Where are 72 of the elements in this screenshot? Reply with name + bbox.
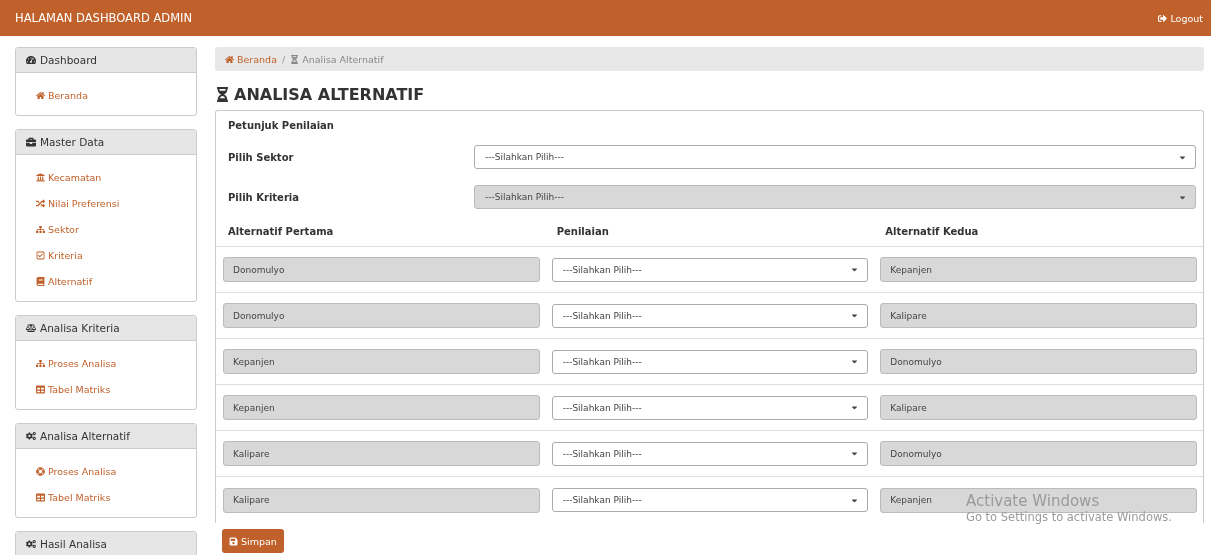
gears-icon [26,431,36,441]
select-field[interactable]: ---Silahkan Pilih--- [551,349,869,374]
field-label: Pilih Kriteria [228,191,300,203]
select-field[interactable]: ---Silahkan Pilih--- [551,303,869,328]
book-icon [36,276,45,286]
breadcrumb-separator: / [281,53,286,65]
caret-icon [850,265,860,274]
sidebar-link[interactable]: Kecamatan [36,164,176,190]
caret-icon [850,449,860,458]
lifebuoy-icon [36,466,45,476]
gears-icon [26,539,36,549]
dashboard-icon [26,55,36,65]
select-field[interactable]: ---Silahkan Pilih--- [474,145,1196,169]
panel-title: Dashboard [40,54,97,66]
sidebar-link[interactable]: Proses Analisa [36,350,176,376]
home-icon [36,90,45,100]
panel-title: Analisa Kriteria [40,322,120,334]
save-icon [229,536,238,546]
sidebar-link[interactable]: Tabel Matriks [36,376,176,402]
input-field[interactable]: Kalipare [880,303,1197,328]
field-label: Pilih Sektor [228,151,295,163]
home-icon [225,54,234,64]
app-title: HALAMAN DASHBOARD ADMIN [15,11,193,25]
column-header: Alternatif Pertama [227,226,335,237]
page-title: ANALISA ALTERNATIF [234,85,425,104]
sidebar-link[interactable]: Kriteria [36,242,176,268]
sitemap-icon [36,224,45,234]
input-field[interactable]: Donomulyo [880,349,1197,374]
panel-title: Analisa Alternatif [40,430,130,442]
briefcase-icon [26,137,36,147]
sidebar-link[interactable]: Nilai Preferensi [36,190,176,216]
panel-title: Hasil Analisa [40,538,107,550]
select-field[interactable]: ---Silahkan Pilih--- [551,395,869,420]
input-field[interactable]: Kalipare [880,395,1197,420]
logout-link[interactable]: Logout [1158,12,1203,24]
breadcrumb-current: Analisa Alternatif [290,53,384,65]
select-field[interactable]: ---Silahkan Pilih--- [551,488,869,512]
input-field[interactable]: Kepanjen [223,349,540,374]
shuffle-icon [36,198,45,208]
sidebar-link[interactable]: Sektor [36,216,176,242]
activation-notice-text: Go to Settings to activate Windows. [966,510,1172,524]
panel-title: Master Data [40,136,105,148]
logout-icon [1158,13,1168,23]
input-field[interactable]: Kalipare [223,487,540,513]
breadcrumb-link[interactable]: Beranda [225,53,277,65]
sidebar-link[interactable]: Alternatif [36,268,176,294]
column-header: Penilaian [555,226,610,237]
input-field[interactable]: Donomulyo [880,441,1197,466]
bank-icon [36,172,45,182]
sidebar-link[interactable]: Tabel Matriks [36,484,176,510]
sidebar-link[interactable]: Proses Analisa [36,458,176,484]
sidebar-link[interactable]: Beranda [36,82,176,108]
table-icon [36,384,45,394]
caret-icon [850,403,860,412]
input-field[interactable]: Donomulyo [223,303,540,328]
hourglass-icon [290,54,300,64]
select-field[interactable]: ---Silahkan Pilih--- [551,441,869,466]
scale-icon [26,323,36,333]
sitemap-icon [36,358,45,368]
table-icon [36,492,45,502]
caret-icon [850,357,860,366]
caret-icon [850,311,860,320]
activation-notice-title: Activate Windows [966,492,1101,510]
select-field[interactable]: ---Silahkan Pilih--- [551,257,869,282]
save-button[interactable]: Simpan [222,529,284,553]
column-header: Alternatif Kedua [884,226,980,237]
hourglass-icon [215,87,230,102]
input-field[interactable]: Donomulyo [223,257,540,282]
input-field[interactable]: Kalipare [223,441,540,466]
form-heading: Petunjuk Penilaian [227,119,335,133]
input-field[interactable]: Kepanjen [880,257,1197,282]
input-field[interactable]: Kepanjen [223,395,540,420]
